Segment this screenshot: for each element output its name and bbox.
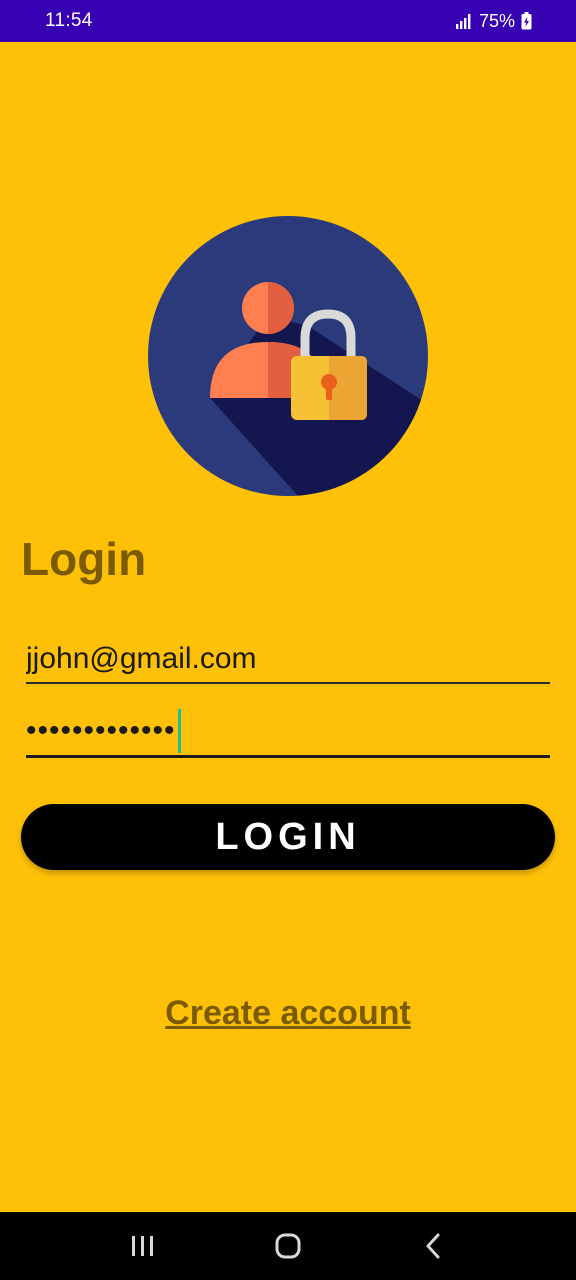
home-icon[interactable]	[258, 1216, 318, 1276]
status-time: 11:54	[45, 10, 93, 31]
battery-percent: 75%	[478, 10, 515, 31]
status-indicators: 75%	[455, 11, 532, 32]
password-field[interactable]: •••••••••••••	[26, 706, 550, 758]
back-icon[interactable]	[403, 1216, 463, 1276]
login-screen: 11:54 75% Login jjohn@gmail.com ••••••••…	[0, 0, 576, 1280]
login-button[interactable]: LOGIN	[21, 804, 555, 870]
create-account-link[interactable]: Create account	[0, 994, 576, 1033]
battery-charging-icon	[521, 12, 532, 30]
navigation-bar	[0, 1212, 576, 1280]
page-title: Login	[21, 533, 147, 585]
password-value: •••••••••••••	[26, 713, 176, 747]
signal-icon	[455, 13, 473, 29]
email-field[interactable]	[26, 636, 550, 684]
text-cursor	[177, 708, 181, 753]
user-lock-icon	[148, 216, 428, 496]
status-bar: 11:54 75%	[0, 0, 576, 42]
recent-apps-icon[interactable]	[113, 1216, 173, 1276]
